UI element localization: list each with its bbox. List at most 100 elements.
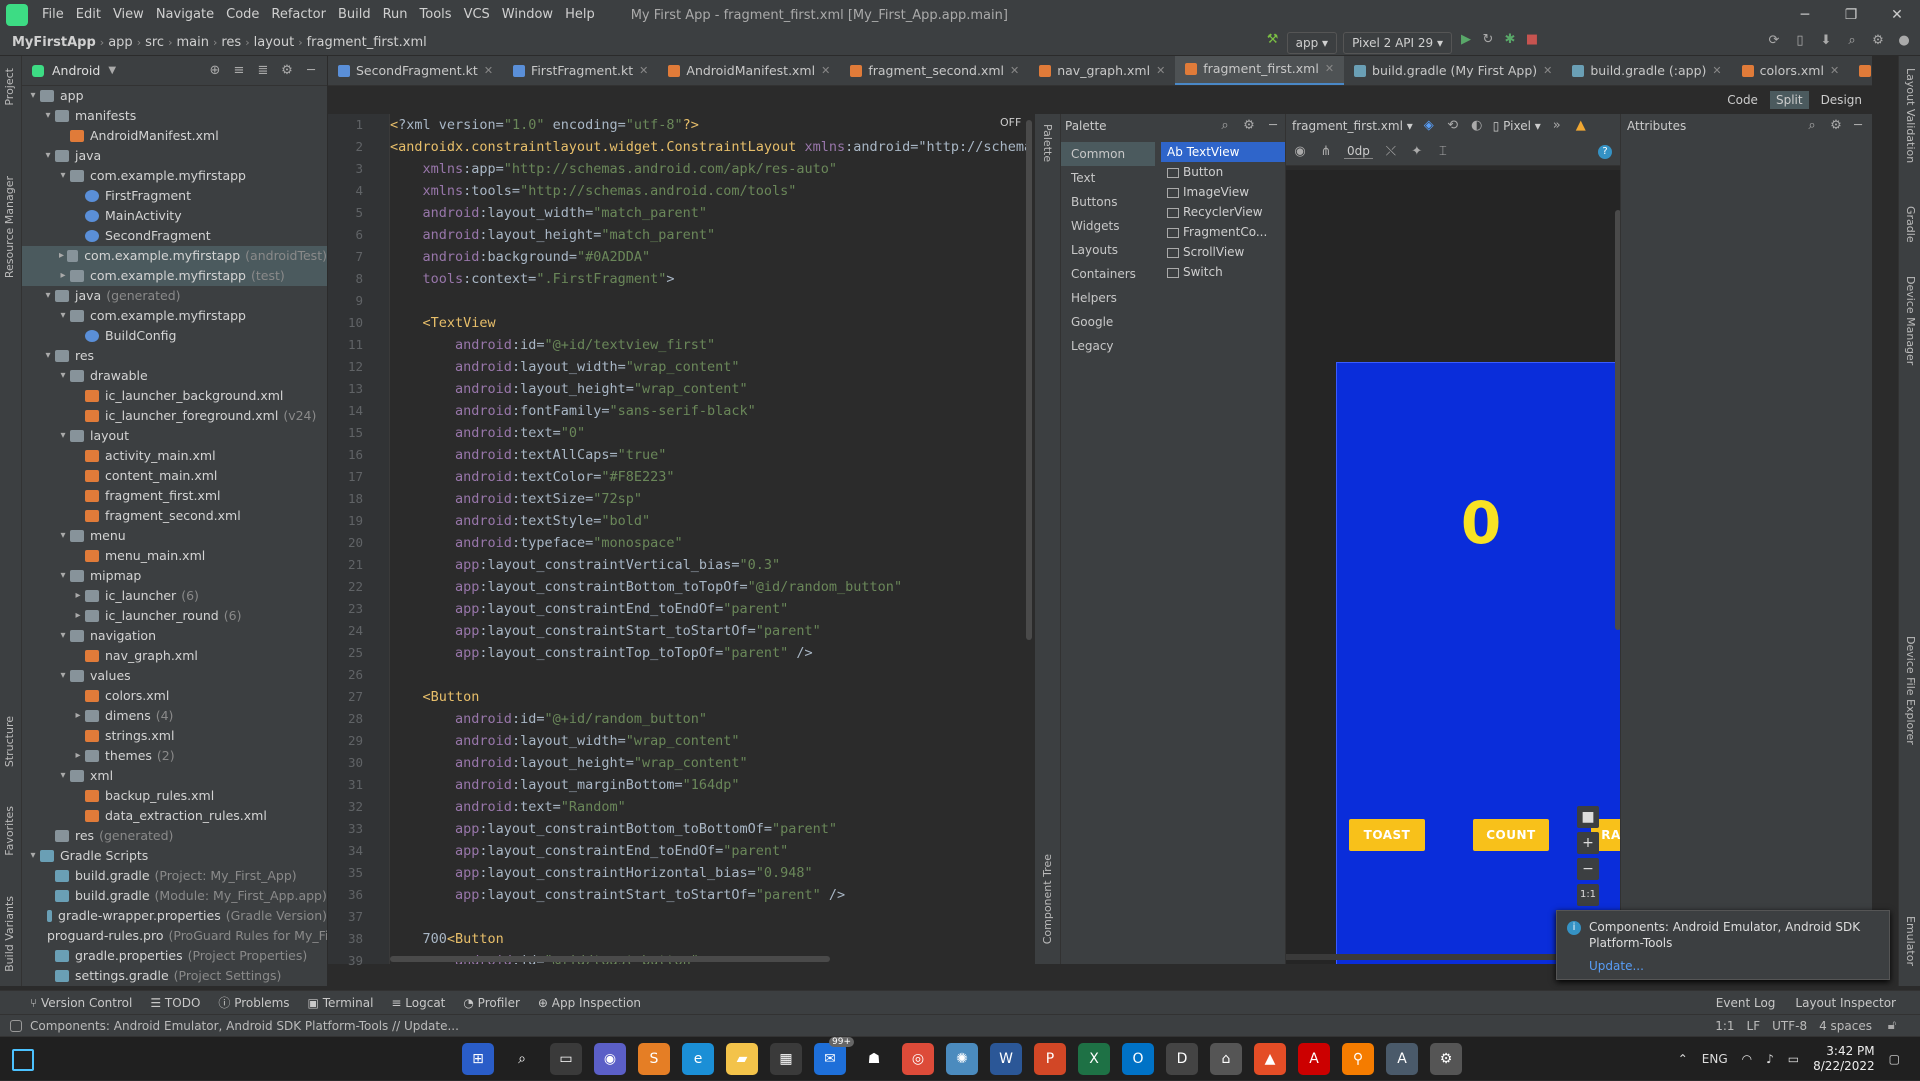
tool-project[interactable]: Project [3,68,16,106]
editor-tab[interactable]: build.gradle (:app) ✕ [1562,56,1731,85]
tree-item[interactable]: content_main.xml [22,466,327,486]
matlab-icon[interactable]: ▲ [1254,1043,1286,1075]
attributes-search-icon[interactable]: ⌕ [1804,118,1820,134]
palette-item[interactable]: Ab TextView [1161,142,1285,162]
code-line[interactable]: app:layout_constraintEnd_toEndOf="parent… [390,840,1030,862]
tree-expand-icon[interactable]: ▾ [56,366,70,386]
editor-tab[interactable]: AndroidManifest.xml ✕ [658,56,840,85]
tab-close-icon[interactable]: ✕ [639,56,648,85]
code-line[interactable]: app:layout_constraintBottom_toBottomOf="… [390,818,1030,840]
count-button-preview[interactable]: COUNT [1473,819,1549,851]
tree-expand-icon[interactable]: ▸ [56,246,67,266]
view-mode-code[interactable]: Code [1727,93,1758,107]
code-line[interactable]: app:layout_constraintVertical_bias="0.3" [390,554,1030,576]
tree-expand-icon[interactable]: ▾ [41,146,55,166]
orientation-icon[interactable]: ⟲ [1445,118,1461,134]
tree-item[interactable]: build.gradle (Project: My_First_App) [22,866,327,886]
tab-close-icon[interactable]: ✕ [484,56,493,85]
night-mode-icon[interactable]: ◐ [1469,118,1485,134]
tree-item[interactable]: FirstFragment [22,186,327,206]
tree-item[interactable]: res (generated) [22,826,327,846]
line-separator[interactable]: LF [1747,1019,1761,1033]
tree-item[interactable]: AndroidManifest.xml [22,126,327,146]
bottom-tool-todo[interactable]: ☰ TODO [150,996,200,1010]
palette-gear-icon[interactable]: ⚙ [1241,118,1257,134]
code-line[interactable]: tools:context=".FirstFragment"> [390,268,1030,290]
tree-item[interactable]: ▾ drawable [22,366,327,386]
alien-icon[interactable]: ☗ [858,1043,890,1075]
tab-close-icon[interactable]: ✕ [1156,56,1165,85]
view-mode-design[interactable]: Design [1821,93,1862,107]
run-icon[interactable]: ▶ [1458,32,1474,48]
tree-expand-icon[interactable]: ▾ [56,426,70,446]
gear-icon[interactable]: ⚙ [279,63,295,79]
sublime-icon[interactable]: S [638,1043,670,1075]
store-icon[interactable]: ▦ [770,1043,802,1075]
palette-category-widgets[interactable]: Widgets [1061,214,1155,238]
update-link[interactable]: Update... [1589,959,1644,973]
tree-item[interactable]: fragment_first.xml [22,486,327,506]
mail-icon[interactable]: ✉ 99+ [814,1037,854,1075]
tree-expand-icon[interactable]: ▸ [71,606,85,626]
collapse-all-icon[interactable]: ≣ [255,63,271,79]
tree-expand-icon[interactable]: ▾ [56,666,70,686]
status-message[interactable]: Components: Android Emulator, Android SD… [30,1019,459,1033]
tree-item[interactable]: menu_main.xml [22,546,327,566]
palette-category-layouts[interactable]: Layouts [1061,238,1155,262]
run-config-combo[interactable]: app ▾ [1286,32,1338,54]
code-line[interactable] [390,290,1030,312]
tree-item[interactable]: ▾ app [22,86,327,106]
network-app-icon[interactable]: ⌂ [1210,1043,1242,1075]
palette-category-containers[interactable]: Containers [1061,262,1155,286]
tree-expand-icon[interactable]: ▾ [56,166,70,186]
tree-expand-icon[interactable]: ▾ [56,306,70,326]
tree-item[interactable]: ▾ mipmap [22,566,327,586]
dev-icon[interactable]: D [1166,1043,1198,1075]
code-line[interactable]: android:textSize="72sp" [390,488,1030,510]
stop-icon[interactable]: ■ [1524,32,1540,48]
minimize-icon[interactable]: ─ [1782,0,1828,30]
layout-file-combo[interactable]: fragment_first.xml ▾ [1292,119,1413,133]
design-canvas[interactable]: 0 TOAST COUNT RA ■ + − 1:1 [1286,170,1621,964]
rerun-icon[interactable]: ↻ [1480,32,1496,48]
word-icon[interactable]: W [990,1043,1022,1075]
code-line[interactable]: app:layout_constraintStart_toStartOf="pa… [390,884,1030,906]
tree-item[interactable]: ▾ Gradle Scripts [22,846,327,866]
tab-close-icon[interactable]: ✕ [1010,56,1019,85]
close-icon[interactable]: ✕ [1874,0,1920,30]
palette-item[interactable]: RecyclerView [1161,202,1285,222]
tree-item[interactable]: ▸ dimens (4) [22,706,327,726]
tree-item[interactable]: ▸ ic_launcher_round (6) [22,606,327,626]
tool-device-file-explorer[interactable]: Device File Explorer [1904,636,1917,745]
editor-tab[interactable]: build.gradle (My First App) ✕ [1344,56,1562,85]
powerpoint-icon[interactable]: P [1034,1043,1066,1075]
tree-item[interactable]: ▾ values [22,666,327,686]
file-explorer-icon[interactable]: ▰ [726,1043,758,1075]
editor-tab[interactable]: fragment_first.xml ✕ [1175,56,1345,85]
sdk-manager-icon[interactable]: ⬇ [1818,33,1834,49]
file-encoding[interactable]: UTF-8 [1772,1019,1807,1033]
tree-item[interactable]: fragment_second.xml [22,506,327,526]
chat-icon[interactable]: ◉ [594,1043,626,1075]
tree-item[interactable]: ▸ com.example.myfirstapp (androidTest) [22,246,327,266]
tree-expand-icon[interactable]: ▾ [26,86,40,106]
outlook-icon[interactable]: O [1122,1043,1154,1075]
bottom-tool-app-inspection[interactable]: ⊕ App Inspection [538,996,641,1010]
pan-icon[interactable]: ■ [1577,806,1599,828]
tree-item[interactable]: BuildConfig [22,326,327,346]
maps-icon[interactable]: ⚲ [1342,1043,1374,1075]
tree-item[interactable]: nav_graph.xml [22,646,327,666]
code-line[interactable]: <androidx.constraintlayout.widget.Constr… [390,136,1030,158]
edge-icon[interactable]: e [682,1043,714,1075]
code-line[interactable]: android:layout_height="wrap_content" [390,378,1030,400]
device-preview-combo[interactable]: ▯ Pixel ▾ [1493,119,1541,133]
zoom-reset-button[interactable]: 1:1 [1577,884,1599,906]
breadcrumb-item[interactable]: app [104,35,136,50]
editor-horizontal-scrollbar[interactable] [390,956,830,962]
menu-edit[interactable]: Edit [70,0,107,30]
menu-vcs[interactable]: VCS [458,0,496,30]
breadcrumb-item[interactable]: fragment_first.xml [303,35,431,50]
app-icon[interactable]: ✺ [946,1043,978,1075]
breadcrumb-item[interactable]: main [172,35,212,50]
bottom-tool-logcat[interactable]: ≡ Logcat [391,996,445,1010]
